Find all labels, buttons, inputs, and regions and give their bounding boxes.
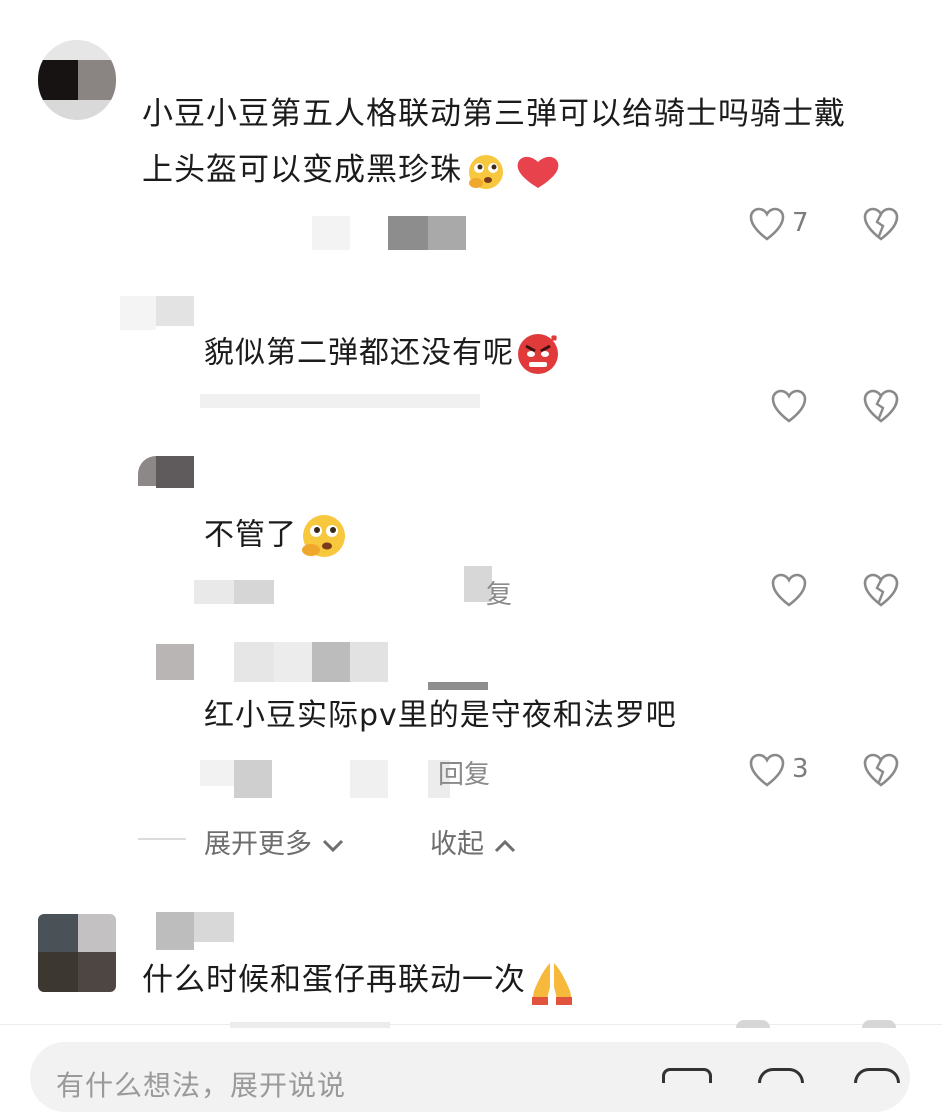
collapse-button[interactable]: 收起 (430, 822, 517, 861)
broken-heart-icon (863, 573, 899, 607)
dislike-button[interactable] (862, 752, 902, 792)
comment-line-2: 上头盔可以变成黑珍珠 (142, 152, 462, 188)
heart-outline-icon (749, 753, 785, 787)
comment-text: 什么时候和蛋仔再联动一次 (142, 952, 578, 1008)
chevron-down-icon (322, 839, 343, 852)
divider-line (138, 838, 186, 840)
heart-emoji (512, 152, 564, 192)
dislike-button[interactable] (862, 572, 902, 612)
comment-text: 小豆小豆第五人格联动第三弹可以给骑士吗骑士戴 上头盔可以变成黑珍珠 (142, 86, 932, 198)
like-button[interactable] (748, 206, 788, 246)
like-count: 7 (792, 208, 809, 238)
thinking-face-emoji (464, 152, 508, 192)
emoji-icon[interactable] (854, 1068, 900, 1083)
like-button[interactable] (770, 572, 810, 612)
broken-heart-icon (863, 207, 899, 241)
avatar[interactable] (38, 914, 116, 992)
image-icon[interactable] (662, 1068, 712, 1083)
expand-more-button[interactable]: 展开更多 (204, 822, 345, 861)
like-button[interactable] (748, 752, 788, 792)
reply-text: 貌似第二弹都还没有呢 (204, 332, 562, 376)
heart-outline-icon (771, 573, 807, 607)
thinking-face-emoji (297, 512, 349, 560)
dislike-button[interactable] (862, 388, 902, 428)
reply-text: 红小豆实际pv里的是守夜和法罗吧 (204, 698, 677, 733)
heart-outline-icon (749, 207, 785, 241)
folded-hands-emoji (526, 957, 578, 1007)
reply-text: 不管了 (204, 512, 349, 560)
broken-heart-icon (863, 389, 899, 423)
avatar[interactable] (38, 40, 116, 120)
dislike-button[interactable] (862, 206, 902, 246)
reply-button[interactable]: 回复 (438, 754, 490, 791)
heart-outline-icon (771, 389, 807, 423)
comment-line-1: 小豆小豆第五人格联动第三弹可以给骑士吗骑士戴 (142, 96, 846, 132)
broken-heart-icon (863, 753, 899, 787)
angry-face-emoji (514, 332, 562, 376)
at-icon[interactable] (758, 1068, 804, 1083)
comment-input-placeholder: 有什么想法，展开说说 (56, 1069, 347, 1102)
like-button[interactable] (770, 388, 810, 428)
like-count: 3 (792, 754, 809, 784)
chevron-up-icon (494, 839, 515, 852)
